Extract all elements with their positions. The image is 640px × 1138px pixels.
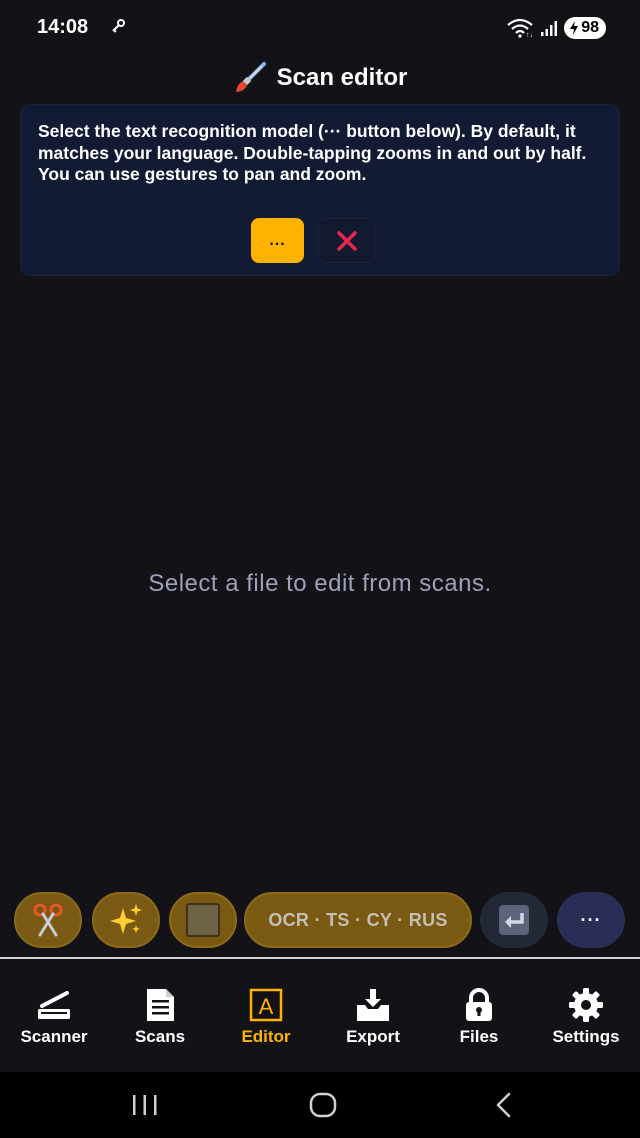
nav-label: Settings (552, 1027, 620, 1046)
nav-label: Scanner (20, 1027, 88, 1046)
home-icon[interactable] (307, 1090, 339, 1120)
document-icon (142, 987, 178, 1023)
recent-apps-icon[interactable] (130, 1092, 160, 1118)
nav-item-settings[interactable]: Settings (533, 987, 639, 1053)
undo-icon (499, 905, 529, 935)
nav-label: Files (459, 1027, 499, 1046)
nav-item-scans[interactable]: Scans (107, 987, 213, 1053)
nav-label: Scans (134, 1027, 186, 1046)
enhance-button[interactable] (92, 892, 160, 948)
crop-button[interactable] (14, 892, 82, 948)
filter-button[interactable] (169, 892, 237, 948)
export-icon (355, 987, 391, 1023)
svg-text:↑↓: ↑↓ (526, 32, 533, 38)
square-icon (186, 903, 220, 937)
gear-icon (568, 987, 604, 1023)
screen: 14:08 ↑↓ 98 Scan editor Select the text … (0, 0, 640, 1138)
svg-text:A: A (259, 994, 274, 1019)
lock-icon (461, 987, 497, 1023)
system-nav-bar (0, 1072, 640, 1138)
undo-button[interactable] (480, 892, 548, 948)
page-title: Scan editor (276, 64, 408, 91)
charging-icon (570, 21, 579, 35)
nav-item-editor[interactable]: A Editor (213, 987, 319, 1053)
battery-level: 98 (581, 19, 599, 36)
editor-icon: A (248, 987, 284, 1023)
battery-indicator: 98 (564, 17, 606, 39)
bottom-nav: Scanner Scans A Editor Export Files Sett… (0, 959, 640, 1072)
nav-item-files[interactable]: Files (426, 987, 532, 1053)
more-options-button[interactable]: ··· (557, 892, 625, 948)
brush-icon (235, 62, 266, 92)
hint-close-button[interactable] (318, 218, 375, 263)
empty-state-message: Select a file to edit from scans. (148, 570, 492, 597)
signal-icon (541, 21, 558, 36)
scanner-icon (36, 987, 72, 1023)
status-bar: 14:08 ↑↓ 98 (0, 0, 640, 56)
ocr-language-button[interactable]: OCR · TS · CY · RUS (244, 892, 472, 948)
nav-item-scanner[interactable]: Scanner (1, 987, 107, 1053)
status-time: 14:08 (37, 16, 89, 38)
nav-item-export[interactable]: Export (320, 987, 426, 1053)
app-header: Scan editor (0, 58, 640, 98)
hint-text: Select the text recognition model (··· b… (38, 121, 587, 184)
hint-card: Select the text recognition model (··· b… (20, 104, 620, 276)
nav-label: Editor (241, 1027, 291, 1046)
sparkles-icon (110, 904, 142, 934)
back-icon[interactable] (490, 1090, 516, 1120)
hint-more-button[interactable]: ... (251, 218, 304, 263)
key-icon (112, 19, 125, 33)
close-icon (336, 230, 357, 251)
wifi-icon: ↑↓ (507, 18, 533, 38)
scissors-icon (33, 903, 63, 937)
editor-toolbar: OCR · TS · CY · RUS ··· (0, 892, 640, 950)
status-right: ↑↓ 98 (506, 16, 606, 40)
nav-label: Export (346, 1027, 400, 1046)
